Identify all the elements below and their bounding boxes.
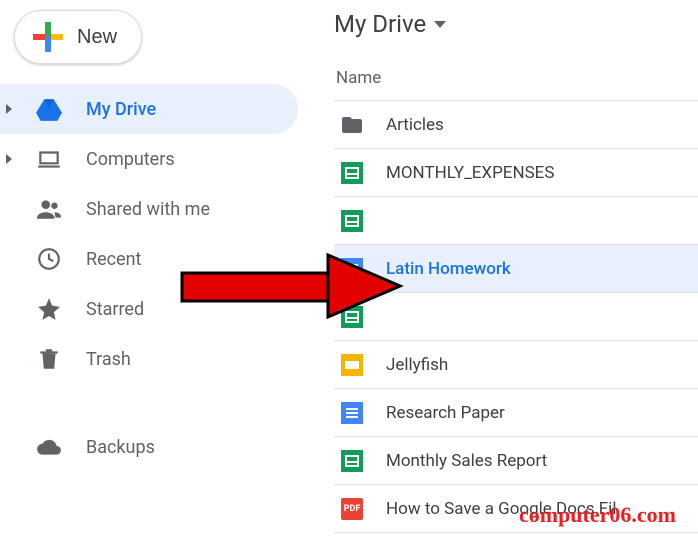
sheets-icon bbox=[340, 209, 364, 233]
sidebar-item-label: Backups bbox=[86, 437, 155, 458]
sidebar-item-starred[interactable]: Starred bbox=[0, 284, 298, 334]
file-list: Articles MONTHLY_EXPENSES Latin Homework… bbox=[334, 101, 698, 533]
sidebar-item-label: Shared with me bbox=[86, 199, 210, 220]
file-row-sheets[interactable] bbox=[334, 293, 698, 341]
sidebar-item-label: Starred bbox=[86, 299, 144, 320]
slides-icon bbox=[340, 353, 364, 377]
computers-icon bbox=[36, 146, 62, 172]
sidebar-item-backups[interactable]: Backups bbox=[0, 422, 298, 472]
sheets-icon bbox=[340, 305, 364, 329]
sidebar-item-recent[interactable]: Recent bbox=[0, 234, 298, 284]
file-row-folder[interactable]: Articles bbox=[334, 101, 698, 149]
shared-icon bbox=[36, 196, 62, 222]
plus-icon bbox=[33, 22, 63, 52]
file-row-sheets[interactable]: Monthly Sales Report bbox=[334, 437, 698, 485]
file-name: Latin Homework bbox=[386, 259, 511, 279]
sidebar-item-trash[interactable]: Trash bbox=[0, 334, 298, 384]
trash-icon bbox=[36, 346, 62, 372]
breadcrumb-title: My Drive bbox=[334, 10, 426, 38]
new-button[interactable]: New bbox=[14, 10, 142, 64]
sidebar-item-computers[interactable]: Computers bbox=[0, 134, 298, 184]
file-row-pdf[interactable]: PDF How to Save a Google Docs Fil bbox=[334, 485, 698, 533]
new-button-label: New bbox=[77, 26, 117, 49]
expand-triangle-icon[interactable] bbox=[6, 104, 12, 114]
breadcrumb[interactable]: My Drive bbox=[334, 10, 698, 58]
file-name: MONTHLY_EXPENSES bbox=[386, 163, 554, 183]
file-row-slides[interactable]: Jellyfish bbox=[334, 341, 698, 389]
starred-icon bbox=[36, 296, 62, 322]
sidebar-item-my-drive[interactable]: My Drive bbox=[0, 84, 298, 134]
pdf-icon: PDF bbox=[340, 497, 364, 521]
file-row-docs[interactable]: Research Paper bbox=[334, 389, 698, 437]
file-row-sheets[interactable]: MONTHLY_EXPENSES bbox=[334, 149, 698, 197]
sidebar-item-shared[interactable]: Shared with me bbox=[0, 184, 298, 234]
sidebar-item-label: Trash bbox=[86, 349, 131, 370]
file-name: Articles bbox=[386, 115, 444, 135]
folder-icon bbox=[340, 113, 364, 137]
sheets-icon bbox=[340, 161, 364, 185]
file-row-docs-selected[interactable]: Latin Homework bbox=[334, 245, 698, 293]
chevron-down-icon bbox=[434, 21, 446, 28]
file-name: Research Paper bbox=[386, 403, 505, 423]
expand-triangle-icon[interactable] bbox=[6, 154, 12, 164]
file-name: How to Save a Google Docs Fil bbox=[386, 499, 616, 519]
drive-icon bbox=[36, 96, 62, 122]
sidebar-item-label: My Drive bbox=[86, 99, 156, 120]
file-name: Monthly Sales Report bbox=[386, 451, 547, 471]
file-row-sheets[interactable] bbox=[334, 197, 698, 245]
column-header-name[interactable]: Name bbox=[334, 58, 698, 101]
sidebar-item-label: Computers bbox=[86, 149, 175, 170]
sheets-icon bbox=[340, 449, 364, 473]
sidebar: New My Drive Computers Sh bbox=[0, 0, 310, 542]
recent-icon bbox=[36, 246, 62, 272]
file-name: Jellyfish bbox=[386, 355, 448, 375]
sidebar-nav: My Drive Computers Shared with me Rece bbox=[0, 84, 310, 384]
docs-icon bbox=[340, 257, 364, 281]
docs-icon bbox=[340, 401, 364, 425]
main-content: My Drive Name Articles MONTHLY_EXPENSES … bbox=[310, 0, 698, 542]
backups-icon bbox=[36, 434, 62, 460]
sidebar-item-label: Recent bbox=[86, 249, 141, 270]
